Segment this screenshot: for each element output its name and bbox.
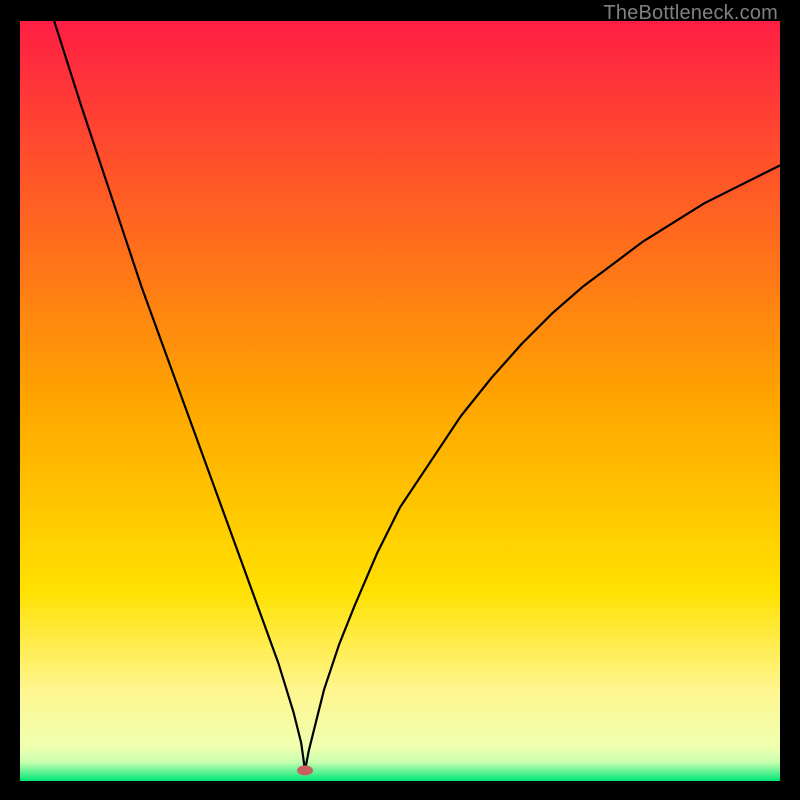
chart-area	[20, 21, 780, 781]
minimum-marker	[297, 765, 313, 775]
watermark-text: TheBottleneck.com	[603, 2, 778, 25]
chart-svg	[20, 21, 780, 781]
gradient-background	[20, 21, 780, 781]
